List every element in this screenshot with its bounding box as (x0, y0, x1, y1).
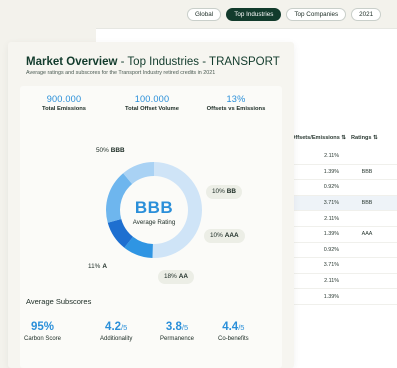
offsets-emissions-cell: 1.39% (323, 168, 339, 175)
rating-share-bbb: 50% BBB (96, 147, 125, 154)
offsets-emissions-cell: 3.71% (323, 200, 339, 207)
filter-top-companies[interactable]: Top Companies (286, 8, 347, 21)
filter-global[interactable]: Global (187, 8, 222, 21)
subscore-co-benefits: 4.4/5 Co-benefits (218, 321, 249, 342)
table-row[interactable]: 3.71% (291, 258, 397, 274)
offsets-emissions-cell: 2.11% (324, 215, 339, 222)
rating-cell: BBB (361, 200, 373, 207)
table-body: 2.11% 1.39% BBB 0.92% 3.71% BBB 2.11% 1.39% AAA 0… (291, 149, 397, 305)
table-row[interactable]: 0.92% (291, 180, 397, 196)
sort-ratings[interactable]: Ratings ⇅ (347, 135, 387, 141)
page-title: Market Overview - Top Industries - TRANS… (26, 56, 280, 68)
table-row[interactable]: 1.39% AAA (291, 227, 397, 243)
sort-offsets-emissions[interactable]: Offsets/Emissions ⇅ (291, 135, 347, 141)
page-subtitle: Average ratings and subscores for the Tr… (26, 70, 216, 76)
offsets-emissions-cell: 3.71% (323, 262, 339, 269)
subscore-additionality: 4.2/5 Additionality (100, 321, 133, 342)
table-row[interactable]: 2.11% (291, 149, 397, 165)
rating-cell: AAA (361, 231, 373, 238)
rating-donut: BBB Average Rating (104, 160, 204, 260)
stat-total-offset-volume: 100.000 Total Offset Volume (125, 94, 179, 112)
filter-bar: Global Top Industries Top Companies 2021 (187, 8, 382, 21)
stat-total-emissions: 900.000 Total Emissions (41, 94, 87, 112)
market-overview-card: Market Overview - Top Industries - TRANS… (8, 42, 294, 368)
table-row[interactable]: 3.71% BBB (291, 195, 397, 212)
rating-share-aa: 18% AA (158, 270, 195, 284)
divider (96, 28, 397, 29)
filter-year[interactable]: 2021 (351, 8, 382, 21)
offsets-emissions-cell: 0.92% (323, 184, 339, 191)
filter-top-industries[interactable]: Top Industries (226, 8, 282, 21)
table-header: Offsets/Emissions ⇅ Ratings ⇅ (291, 126, 397, 149)
subscores-title: Average Subscores (26, 297, 92, 306)
table-row[interactable]: 1.39% BBB (291, 165, 397, 181)
rating-share-a: 11% A (88, 263, 107, 270)
table-row[interactable]: 2.11% (291, 211, 397, 227)
rating-share-aaa: 10% AAA (204, 229, 245, 243)
average-rating: BBB Average Rating (132, 198, 176, 226)
offsets-emissions-cell: 2.11% (324, 153, 339, 160)
subscore-carbon: 95% Carbon Score (24, 321, 62, 342)
rating-cell: BBB (361, 168, 373, 175)
table-row[interactable]: 1.39% (291, 289, 397, 305)
stat-offsets-vs-emissions: 13% Offsets vs Emissions (206, 94, 266, 112)
offsets-emissions-cell: 1.39% (323, 293, 339, 300)
offsets-emissions-cell: 2.11% (324, 278, 339, 285)
offsets-emissions-cell: 1.39% (323, 231, 339, 238)
table-row[interactable]: 0.92% (291, 243, 397, 259)
rating-share-bb: 10% BB (206, 185, 243, 199)
offsets-emissions-cell: 0.92% (323, 246, 339, 253)
table-row[interactable]: 2.11% (291, 274, 397, 290)
subscore-permanence: 3.8/5 Permanence (160, 321, 195, 342)
